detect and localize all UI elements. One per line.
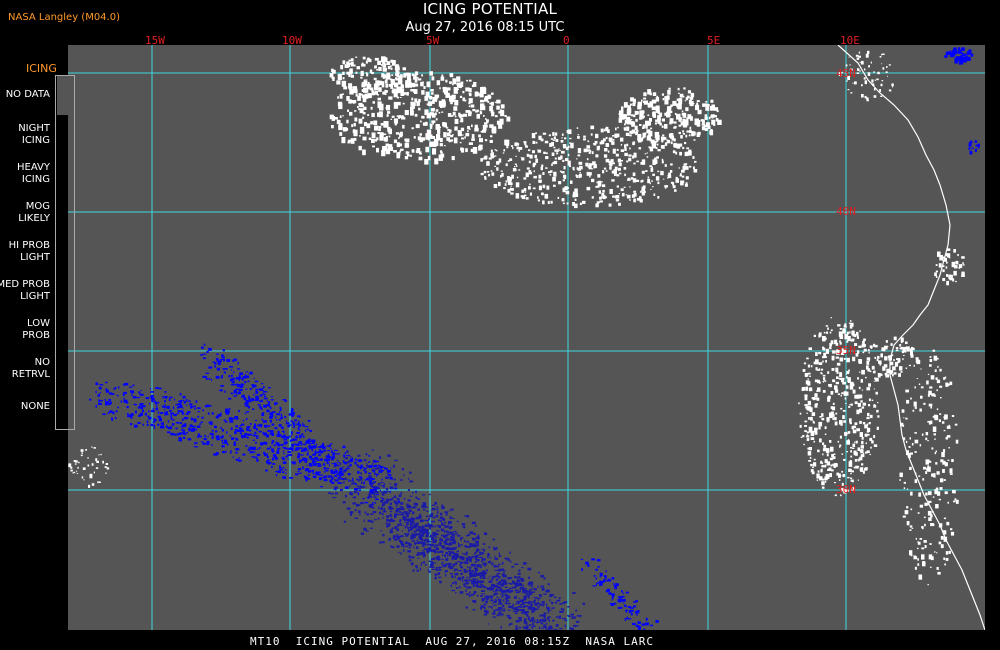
- coastline: [837, 45, 985, 630]
- legend-item: HI PROB LIGHT: [0, 232, 56, 271]
- lat-label-45n: 45N: [836, 67, 856, 80]
- map-timestamp: Aug 27, 2016 08:15 UTC: [405, 20, 565, 35]
- lat-label-30n: 30N: [836, 483, 856, 496]
- icing-features: [68, 47, 980, 630]
- no-retrieval-area-east: [899, 349, 959, 586]
- lat-label-40n: 40N: [836, 205, 856, 218]
- no-retrieval-area-north: [329, 71, 511, 165]
- map-title: ICING POTENTIAL: [422, 0, 558, 18]
- legend-label: LOW PROB: [22, 318, 50, 341]
- med-prob-icing-band: [89, 381, 400, 506]
- legend-item: NONE: [0, 388, 56, 427]
- legend-label: MOG LIKELY: [18, 201, 50, 224]
- legend-swatch: [57, 76, 73, 115]
- legend-item: NO DATA: [0, 76, 56, 115]
- provider-label: NASA Langley (M04.0): [8, 12, 120, 23]
- legend-label: NO DATA: [5, 89, 50, 100]
- icing-map[interactable]: 45N 40N 35N 30N: [68, 45, 985, 630]
- med-prob-icing-band: [580, 558, 659, 630]
- legend-item: LOW PROB: [0, 310, 56, 349]
- no-retrieval-area-east: [934, 248, 965, 286]
- med-prob-icing-band: [200, 343, 340, 479]
- legend-title: ICING: [26, 62, 57, 75]
- no-retrieval-area-north: [618, 87, 722, 149]
- no-retrieval-area-north: [480, 125, 698, 209]
- legend-item: MED PROB LIGHT: [0, 271, 56, 310]
- legend-label: MED PROB LIGHT: [0, 279, 50, 302]
- legend-item: HEAVY ICING: [0, 154, 56, 193]
- legend-item: NIGHT ICING: [0, 115, 56, 154]
- no-retrieval-area-west: [68, 446, 110, 488]
- legend-item: NO RETRVL: [0, 349, 56, 388]
- legend-label: NIGHT ICING: [18, 123, 50, 146]
- legend-label: NO RETRVL: [11, 357, 50, 380]
- med-prob-icing-patch: [968, 140, 980, 155]
- footer-caption: MT10 ICING POTENTIAL AUG 27, 2016 08:15Z…: [250, 635, 654, 648]
- med-prob-icing-patch: [944, 47, 974, 65]
- low-prob-icing-band: [328, 449, 586, 630]
- color-legend: NO DATA NIGHT ICING HEAVY ICING MOG LIKELY H…: [0, 76, 74, 428]
- legend-item: MOG LIKELY: [0, 193, 56, 232]
- lat-label-35n: 35N: [836, 344, 856, 357]
- legend-label: NONE: [20, 401, 50, 412]
- map-layer: [68, 45, 985, 630]
- legend-label: HI PROB LIGHT: [8, 240, 50, 263]
- legend-label: HEAVY ICING: [17, 162, 50, 185]
